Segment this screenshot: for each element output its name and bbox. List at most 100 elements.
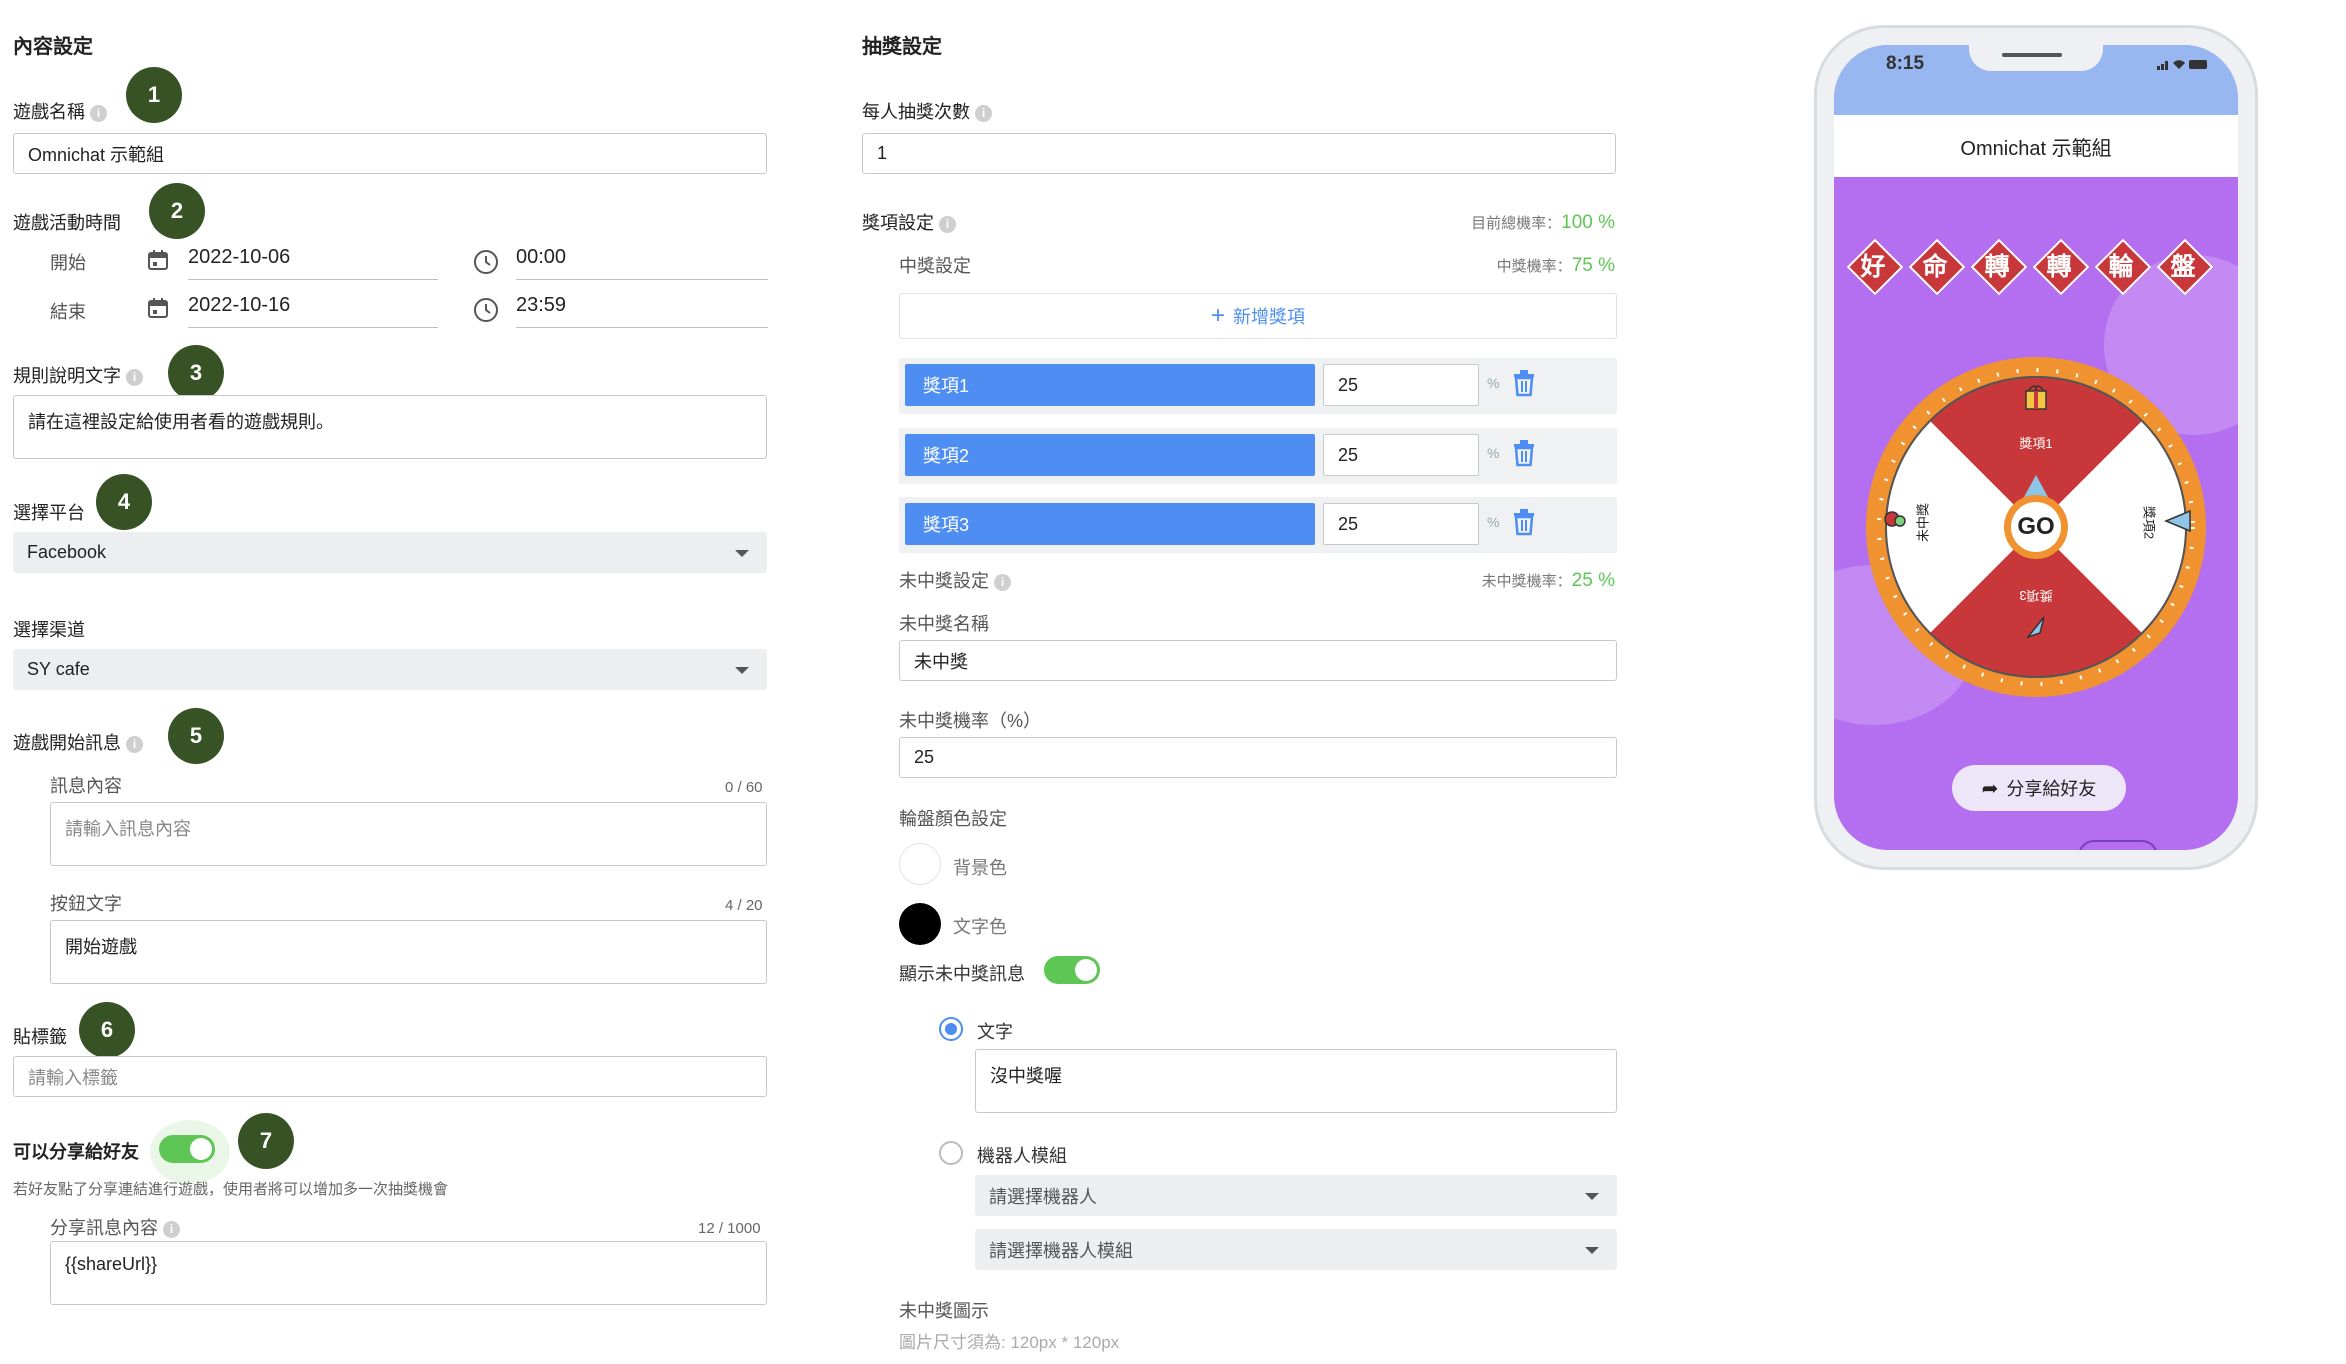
tags-input[interactable]: 請輸入標籤 xyxy=(13,1056,767,1097)
clock-icon[interactable] xyxy=(473,249,499,275)
info-icon[interactable]: i xyxy=(994,573,1012,591)
game-name-label-text: 遊戲名稱 xyxy=(13,102,85,122)
no-prize-name-input[interactable]: 未中獎 xyxy=(899,640,1617,681)
prize-rate-input[interactable]: 25 xyxy=(1323,503,1479,545)
tags-label: 貼標籤 xyxy=(13,1027,67,1047)
chevron-down-icon xyxy=(1585,1192,1599,1200)
trash-icon[interactable] xyxy=(1511,507,1537,537)
no-prize-rate-label: 未中獎機率（%） xyxy=(899,711,1042,731)
no-prize-rate-value: 25 % xyxy=(1571,570,1615,591)
button-text-textarea[interactable]: 開始遊戲 xyxy=(50,920,767,984)
winning-settings-label: 中獎設定 xyxy=(899,256,971,276)
info-icon[interactable]: i xyxy=(126,368,144,386)
button-text-label: 按鈕文字 xyxy=(50,894,122,914)
platform-select[interactable]: Facebook xyxy=(13,532,767,573)
trash-icon[interactable] xyxy=(1511,438,1537,468)
end-label: 結束 xyxy=(50,302,86,322)
phone-title: Omnichat 示範組 xyxy=(1834,115,2238,177)
rules-label-text: 規則說明文字 xyxy=(13,366,121,386)
share-content-label-text: 分享訊息內容 xyxy=(50,1218,158,1238)
text-option-label: 文字 xyxy=(977,1022,1013,1042)
wheel-label-prize3: 獎項3 xyxy=(2019,588,2053,603)
wheel-label-no-prize: 未中獎 xyxy=(1915,503,1931,543)
game-name-input[interactable]: Omnichat 示範組 xyxy=(13,133,767,174)
info-icon[interactable]: i xyxy=(939,215,957,233)
trash-icon[interactable] xyxy=(1511,368,1537,398)
bot-select[interactable]: 請選擇機器人 xyxy=(975,1175,1617,1216)
winning-rate-value: 75 % xyxy=(1571,255,1615,276)
banner-char-text: 盤 xyxy=(2170,253,2196,281)
speaker-icon xyxy=(2002,53,2062,57)
bot-radio[interactable] xyxy=(939,1141,963,1165)
share-friends-button[interactable]: ➦ 分享給好友 xyxy=(1952,765,2126,811)
rules-textarea[interactable]: 請在這裡設定給使用者看的遊戲規則。 xyxy=(13,395,767,459)
text-radio[interactable] xyxy=(939,1017,963,1041)
no-prize-icon-hint: 圖片尺寸須為: 120px * 120px xyxy=(899,1333,1120,1352)
message-content-count: 0 / 60 xyxy=(725,779,763,796)
prize-name-field[interactable]: 獎項2 xyxy=(905,434,1315,476)
prize-row: 獎項3 25 % xyxy=(899,497,1617,553)
bot-select-value: 請選擇機器人 xyxy=(989,1186,1097,1207)
banner-char-text: 轉 xyxy=(2046,253,2072,281)
chevron-down-icon xyxy=(1585,1246,1599,1254)
channel-select-value: SY cafe xyxy=(27,659,90,679)
prize-rate-input[interactable]: 25 xyxy=(1323,434,1479,476)
start-message-label-text: 遊戲開始訊息 xyxy=(13,733,121,753)
start-time-input[interactable]: 00:00 xyxy=(516,246,768,280)
percent-unit: % xyxy=(1487,514,1500,530)
prize-rate-input[interactable]: 25 xyxy=(1323,364,1479,406)
step-badge-7: 7 xyxy=(238,1113,294,1169)
partial-button xyxy=(2078,840,2158,850)
wheel-label-prize1: 獎項1 xyxy=(2019,436,2053,451)
no-prize-text-textarea[interactable]: 沒中獎喔 xyxy=(975,1049,1617,1113)
plus-icon: + xyxy=(1210,302,1225,329)
show-no-prize-toggle[interactable] xyxy=(1044,956,1100,984)
end-time-input[interactable]: 23:59 xyxy=(516,294,768,328)
prize-name-field[interactable]: 獎項1 xyxy=(905,364,1315,406)
banner-char: 輪 xyxy=(2094,238,2152,296)
radio-dot xyxy=(945,1023,957,1035)
winning-rate-label: 中獎機率： xyxy=(1496,258,1572,275)
calendar-icon[interactable] xyxy=(146,296,170,320)
prize-name-field[interactable]: 獎項3 xyxy=(905,503,1315,545)
text-color-swatch[interactable] xyxy=(899,903,941,945)
start-date-input[interactable]: 2022-10-06 xyxy=(188,246,438,280)
chevron-down-icon xyxy=(735,549,749,557)
toggle-knob xyxy=(1075,959,1097,981)
info-icon[interactable]: i xyxy=(163,1220,181,1238)
add-prize-button[interactable]: + 新增獎項 xyxy=(899,293,1617,339)
clock-icon[interactable] xyxy=(473,297,499,323)
calendar-icon[interactable] xyxy=(146,248,170,272)
info-icon[interactable]: i xyxy=(126,735,144,753)
button-text-count: 4 / 20 xyxy=(725,897,763,914)
share-content-textarea[interactable]: {{shareUrl}} xyxy=(50,1241,767,1305)
info-icon[interactable]: i xyxy=(90,104,108,122)
wheel-color-label: 輪盤顏色設定 xyxy=(899,809,1007,829)
message-content-textarea[interactable]: 請輸入訊息內容 xyxy=(50,802,767,866)
bg-color-swatch[interactable] xyxy=(899,843,941,885)
winning-rate: 中獎機率：75 % xyxy=(1497,255,1615,277)
total-rate-value: 100 % xyxy=(1561,212,1615,233)
end-date-input[interactable]: 2022-10-16 xyxy=(188,294,438,328)
info-icon[interactable]: i xyxy=(975,104,993,122)
bot-module-select[interactable]: 請選擇機器人模組 xyxy=(975,1229,1617,1270)
draws-input[interactable]: 1 xyxy=(862,133,1616,174)
total-rate: 目前總機率：100 % xyxy=(1471,212,1615,234)
rules-label: 規則說明文字 i xyxy=(13,362,144,388)
step-badge-1: 1 xyxy=(126,67,182,123)
wheel-label-prize2: 獎項2 xyxy=(2141,505,2157,540)
share-toggle[interactable] xyxy=(159,1135,215,1163)
channel-select[interactable]: SY cafe xyxy=(13,649,767,690)
go-button[interactable]: GO xyxy=(1996,511,2076,543)
step-badge-2: 2 xyxy=(149,183,205,239)
no-prize-rate-input[interactable]: 25 xyxy=(899,737,1617,778)
no-prize-rate: 未中獎機率：25 % xyxy=(1482,570,1615,592)
share-arrow-icon: ➦ xyxy=(1981,777,1999,800)
banner-char: 好 xyxy=(1846,238,1904,296)
share-content-label: 分享訊息內容 i xyxy=(50,1214,181,1240)
prize-row: 獎項2 25 % xyxy=(899,428,1617,484)
percent-unit: % xyxy=(1487,445,1500,461)
total-rate-label: 目前總機率： xyxy=(1471,215,1562,232)
step-badge-4: 4 xyxy=(96,474,152,530)
banner-char-text: 命 xyxy=(1922,253,1948,281)
